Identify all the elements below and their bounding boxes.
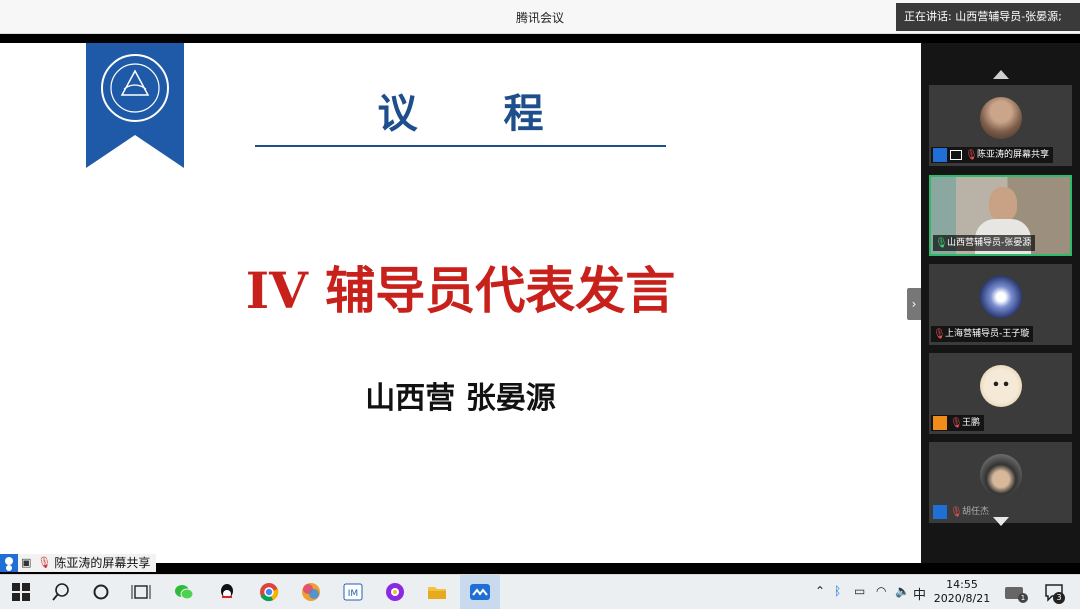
participant-name-tag: 🎙 山西营辅导员-张晏源 xyxy=(933,235,1036,251)
bluetooth-icon[interactable]: ᛒ xyxy=(834,584,841,598)
media-player-icon[interactable] xyxy=(384,581,406,603)
participant-name-tag: 🎙 陈亚涛的屏幕共享 xyxy=(931,147,1054,163)
search-icon[interactable] xyxy=(50,581,72,603)
screen-share-icon xyxy=(950,150,962,160)
headline-text: 辅导员代表发言 xyxy=(325,262,676,320)
scroll-down-arrow-icon[interactable] xyxy=(993,517,1009,526)
agenda-title: 议 程 xyxy=(377,91,580,137)
participant-name: 陈亚涛的屏幕共享 xyxy=(977,150,1050,160)
clock-date: 2020/8/21 xyxy=(933,592,991,605)
screen-share-label: ▣ 🎙 陈亚涛的屏幕共享 xyxy=(0,554,157,572)
avatar xyxy=(979,365,1022,407)
colorful-app-icon[interactable] xyxy=(300,581,322,603)
participant-name-tag: 🎙 上海营辅导员-王子璇 xyxy=(931,326,1034,342)
mic-muted-icon: 🎙 xyxy=(950,417,963,429)
screen-share-label-text: 陈亚涛的屏幕共享 xyxy=(54,556,151,570)
mic-muted-icon: 🎙 xyxy=(37,556,52,569)
participant-tile[interactable]: 🎙 陈亚涛的屏幕共享 xyxy=(929,85,1072,166)
avatar xyxy=(979,454,1022,496)
headline: IV 辅导员代表发言 xyxy=(0,251,921,323)
person-icon xyxy=(933,416,947,430)
collapse-panel-button[interactable]: › xyxy=(907,288,921,320)
clock-time: 14:55 xyxy=(946,578,978,591)
wechat-icon[interactable] xyxy=(173,581,195,603)
person-icon xyxy=(0,554,18,572)
im-app-icon[interactable]: IM xyxy=(342,581,364,603)
task-view-icon[interactable] xyxy=(130,581,152,603)
system-clock[interactable]: 14:55 2020/8/21 xyxy=(930,578,994,606)
avatar xyxy=(979,276,1022,318)
mic-muted-icon: 🎙 xyxy=(933,328,946,340)
show-hidden-icons-icon[interactable]: ⌃ xyxy=(815,584,825,598)
title-bar: 腾讯会议 正在讲话: 山西营辅导员-张晏源; xyxy=(0,0,1080,34)
cortana-icon[interactable] xyxy=(90,581,112,603)
person-icon xyxy=(933,505,947,519)
qq-icon[interactable] xyxy=(216,581,238,603)
participant-name: 胡任杰 xyxy=(962,507,990,517)
volume-icon[interactable]: 🔈 xyxy=(895,584,910,598)
screen-share-icon: ▣ xyxy=(21,556,32,569)
participant-panel: 🎙 陈亚涛的屏幕共享 🎙 山西营辅导员-张晏源 🎙 上海营辅导员-王子璇 🎙 王… xyxy=(921,43,1080,563)
participant-name: 上海营辅导员-王子璇 xyxy=(945,329,1030,339)
participant-tile[interactable]: 🎙 上海营辅导员-王子璇 xyxy=(929,264,1072,345)
participant-name: 山西营辅导员-张晏源 xyxy=(947,238,1032,248)
mic-muted-icon: 🎙 xyxy=(965,149,978,161)
avatar xyxy=(989,187,1017,221)
chrome-icon[interactable] xyxy=(258,581,280,603)
participant-tile[interactable]: 🎙 王鹏 xyxy=(929,353,1072,434)
participant-name: 王鹏 xyxy=(962,418,981,428)
title-underline xyxy=(255,145,666,147)
windows-taskbar: IM ⌃ ᛒ ▭ ◠ 🔈 中 14:55 2020/8/21 1 3 xyxy=(0,574,1080,609)
input-method-indicator[interactable]: 中 xyxy=(913,584,926,603)
shared-slide: 议 程 IV 辅导员代表发言 山西营 张晏源 xyxy=(0,43,921,563)
avatar xyxy=(979,97,1022,139)
mic-active-icon: 🎙 xyxy=(935,237,948,249)
mic-muted-icon: 🎙 xyxy=(950,506,963,518)
notification-count-badge: 3 xyxy=(1053,592,1065,604)
speaking-indicator: 正在讲话: 山西营辅导员-张晏源; xyxy=(896,3,1080,31)
speaker-name: 山西营 张晏源 xyxy=(365,381,556,416)
participant-tile[interactable]: 🎙 山西营辅导员-张晏源 xyxy=(929,175,1072,256)
tray-badge: 1 xyxy=(1018,593,1028,603)
windows-start-icon[interactable] xyxy=(10,581,32,603)
participant-tile[interactable]: 🎙 胡任杰 xyxy=(929,442,1072,523)
file-explorer-icon[interactable] xyxy=(426,581,448,603)
scroll-up-arrow-icon[interactable] xyxy=(993,70,1009,79)
tencent-meeting-icon[interactable] xyxy=(469,581,491,603)
wifi-icon[interactable]: ◠ xyxy=(876,584,886,598)
svg-text:IM: IM xyxy=(348,589,358,599)
battery-icon[interactable]: ▭ xyxy=(854,584,865,598)
participant-name-tag: 🎙 王鹏 xyxy=(931,415,985,431)
headline-roman-numeral: IV xyxy=(245,261,308,320)
person-icon xyxy=(933,148,947,162)
participant-name-tag: 🎙 胡任杰 xyxy=(931,504,993,520)
